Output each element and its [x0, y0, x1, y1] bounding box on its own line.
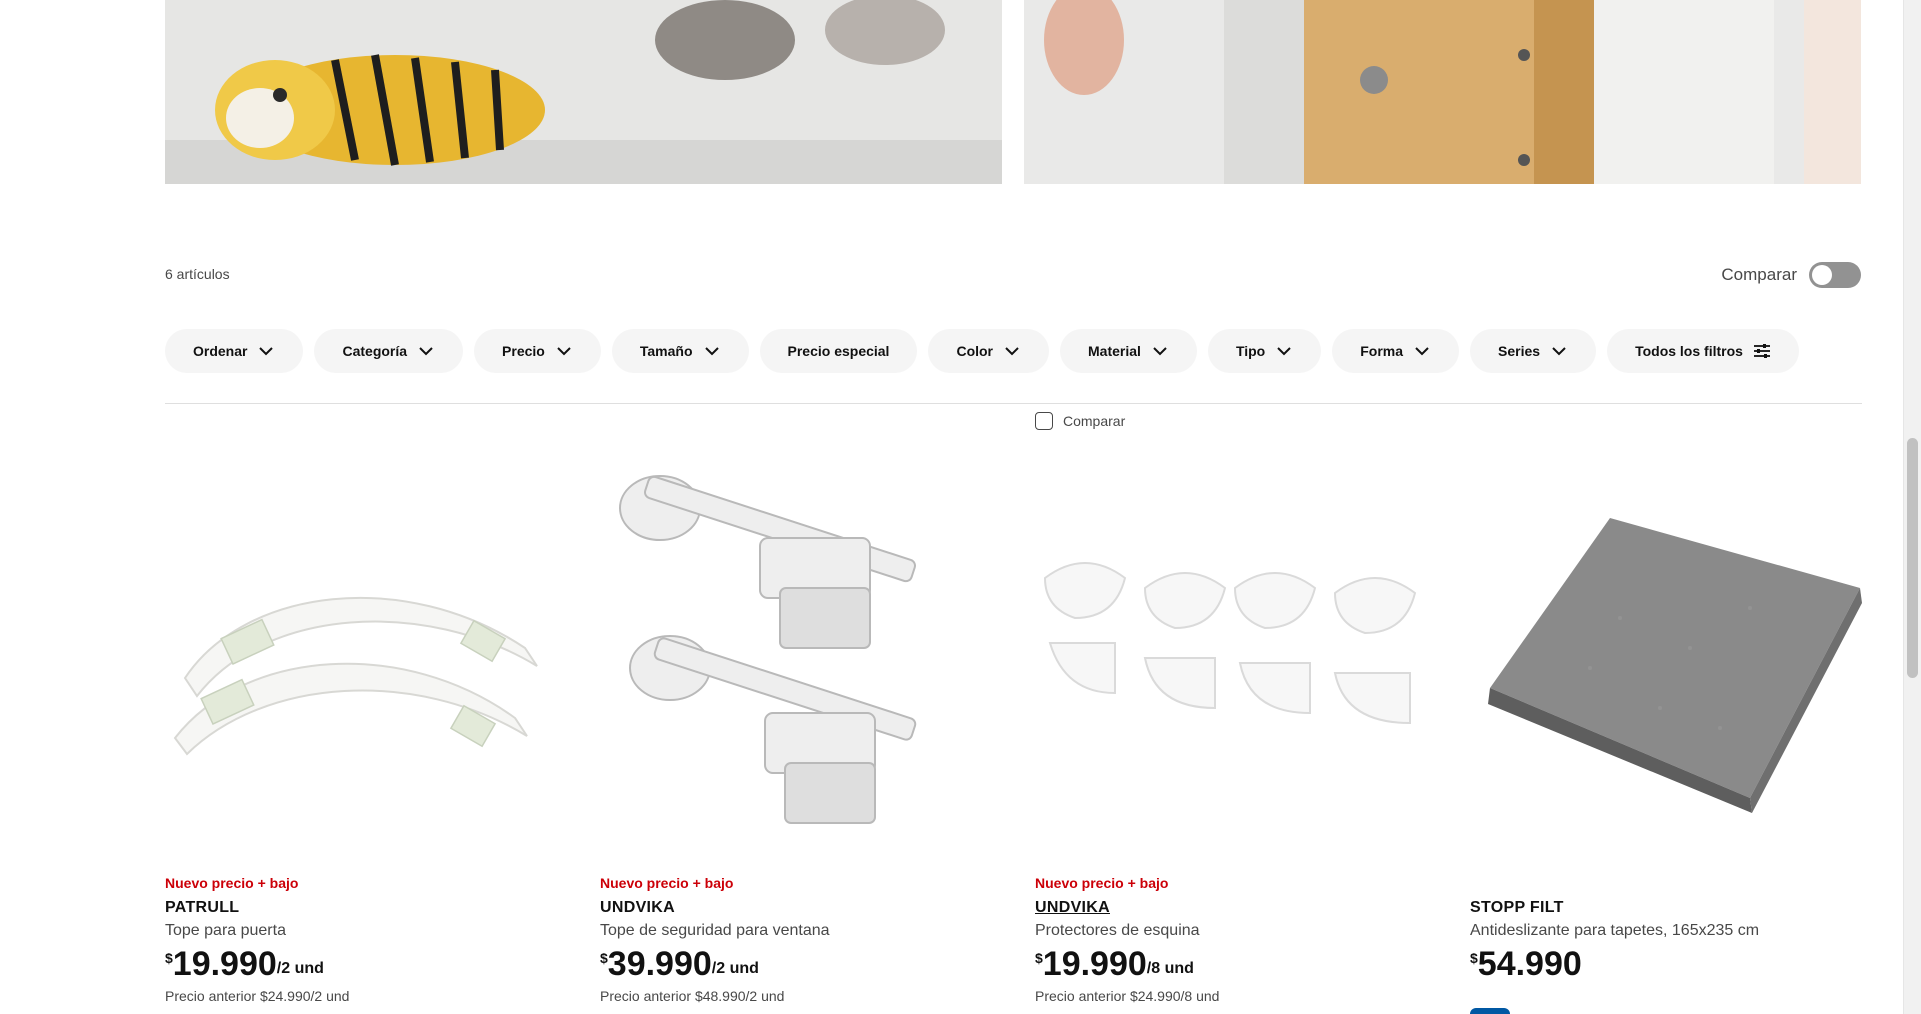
product-card[interactable]: Nuevo precio + bajo UNDVIKA Protectores …	[1035, 468, 1435, 1014]
price-unit: /2 und	[276, 960, 324, 977]
product-image-window-lock[interactable]	[600, 468, 1000, 868]
chevron-down-icon	[1005, 347, 1019, 356]
filter-bar: Ordenar Categoría Precio Tamaño Precio e…	[165, 329, 1799, 373]
chevron-down-icon	[419, 347, 433, 356]
cabinet-illustration	[1024, 0, 1861, 184]
chevron-down-icon	[1277, 347, 1291, 356]
product-description: Antideslizante para tapetes, 165x235 cm	[1470, 922, 1760, 939]
product-name[interactable]: STOPP FILT	[1470, 899, 1890, 917]
filter-label: Precio especial	[787, 343, 890, 359]
chevron-down-icon	[1153, 347, 1167, 356]
product-price: $ 19.990 /2 und	[165, 946, 585, 982]
previous-price-label: Precio anterior	[165, 988, 257, 1004]
chevron-down-icon	[1552, 347, 1566, 356]
chevron-down-icon	[557, 347, 571, 356]
scrollbar-thumb[interactable]	[1907, 438, 1918, 678]
chevron-down-icon	[704, 347, 719, 356]
previous-price-label: Precio anterior	[600, 988, 692, 1004]
filter-label: Ordenar	[193, 343, 248, 359]
filter-label: Material	[1088, 343, 1141, 359]
previous-price: Precio anterior $48.990/2 und	[600, 988, 1020, 1004]
filter-precio-especial[interactable]: Precio especial	[759, 329, 918, 373]
price-badge: Nuevo precio + bajo	[165, 875, 299, 891]
filter-label: Forma	[1360, 343, 1404, 359]
filter-ordenar[interactable]: Ordenar	[165, 329, 304, 373]
product-card[interactable]: Nuevo precio + bajo PATRULL Tope para pu…	[165, 468, 565, 1014]
hero-image-toy-tiger[interactable]	[165, 0, 1002, 184]
product-image-door-stopper[interactable]	[165, 468, 565, 868]
compare-label: Comparar	[1721, 265, 1797, 284]
item-count: 6 artículos	[165, 266, 230, 282]
product-compare-checkbox[interactable]: Comparar	[1035, 412, 1125, 430]
product-name[interactable]: UNDVIKA	[1035, 899, 1455, 917]
price-amount: 19.990	[172, 945, 277, 983]
price-badge: Nuevo precio + bajo	[1035, 875, 1169, 891]
sliders-icon	[1753, 344, 1770, 358]
compare-toggle-group: Comparar	[1721, 262, 1861, 288]
product-info: Nuevo precio + bajo UNDVIKA Tope de segu…	[600, 873, 1020, 1004]
filter-label: Tipo	[1235, 343, 1266, 359]
filter-material[interactable]: Material	[1060, 329, 1197, 373]
product-image-corner-protectors[interactable]	[1035, 468, 1435, 868]
previous-price-value: $24.990/8 und	[1129, 988, 1220, 1004]
filter-tipo[interactable]: Tipo	[1207, 329, 1322, 373]
product-description: Tope de seguridad para ventana	[600, 922, 830, 939]
filter-label: Categoría	[342, 343, 408, 359]
product-price: $ 39.990 /2 und	[600, 946, 1020, 982]
price-unit: /8 und	[1146, 960, 1194, 977]
price-currency: $	[1470, 950, 1478, 966]
filter-color[interactable]: Color	[928, 329, 1050, 373]
checkbox[interactable]	[1035, 412, 1053, 430]
product-compare-label: Comparar	[1063, 413, 1126, 429]
divider	[165, 403, 1862, 404]
product-image-rug-underlay[interactable]	[1470, 468, 1870, 868]
product-name[interactable]: UNDVIKA	[600, 899, 1020, 917]
price-currency: $	[600, 950, 608, 966]
add-to-cart-button[interactable]	[1470, 1008, 1510, 1014]
product-info: Nuevo precio + bajo PATRULL Tope para pu…	[165, 873, 585, 1004]
price-amount: 39.990	[607, 945, 712, 983]
compare-toggle[interactable]	[1809, 262, 1861, 288]
filter-tamano[interactable]: Tamaño	[611, 329, 749, 373]
product-name[interactable]: PATRULL	[165, 899, 585, 917]
product-info: STOPP FILT Antideslizante para tapetes, …	[1470, 873, 1890, 982]
filter-todos-los-filtros[interactable]: Todos los filtros	[1607, 329, 1799, 373]
previous-price-label: Precio anterior	[1035, 988, 1127, 1004]
filter-precio[interactable]: Precio	[474, 329, 601, 373]
price-badge: Nuevo precio + bajo	[600, 875, 734, 891]
filter-label: Tamaño	[639, 343, 693, 359]
price-badge	[1470, 873, 1890, 893]
previous-price-value: $48.990/2 und	[694, 988, 785, 1004]
price-currency: $	[1035, 950, 1043, 966]
price-unit: /2 und	[711, 960, 759, 977]
filter-categoria[interactable]: Categoría	[314, 329, 464, 373]
product-card[interactable]: Nuevo precio + bajo UNDVIKA Tope de segu…	[600, 468, 1000, 1014]
chevron-down-icon	[259, 347, 274, 356]
filter-label: Precio	[502, 343, 545, 359]
previous-price: Precio anterior $24.990/2 und	[165, 988, 585, 1004]
price-amount: 19.990	[1042, 945, 1147, 983]
filter-series[interactable]: Series	[1470, 329, 1597, 373]
filter-label: Todos los filtros	[1635, 343, 1743, 359]
tiger-toy-illustration	[165, 0, 1002, 184]
filter-label: Color	[956, 343, 994, 359]
product-price: $ 54.990	[1470, 946, 1890, 982]
product-description: Tope para puerta	[165, 922, 286, 939]
product-price: $ 19.990 /8 und	[1035, 946, 1455, 982]
filter-label: Series	[1498, 343, 1541, 359]
price-currency: $	[165, 950, 173, 966]
previous-price: Precio anterior $24.990/8 und	[1035, 988, 1455, 1004]
price-amount: 54.990	[1477, 945, 1582, 983]
previous-price-value: $24.990/2 und	[259, 988, 350, 1004]
product-description: Protectores de esquina	[1035, 922, 1200, 939]
filter-forma[interactable]: Forma	[1332, 329, 1460, 373]
chevron-down-icon	[1415, 347, 1429, 356]
product-info: Nuevo precio + bajo UNDVIKA Protectores …	[1035, 873, 1455, 1004]
hero-image-cabinet-lock[interactable]	[1024, 0, 1861, 184]
product-card[interactable]: STOPP FILT Antideslizante para tapetes, …	[1470, 468, 1870, 1014]
toggle-knob	[1812, 265, 1832, 285]
